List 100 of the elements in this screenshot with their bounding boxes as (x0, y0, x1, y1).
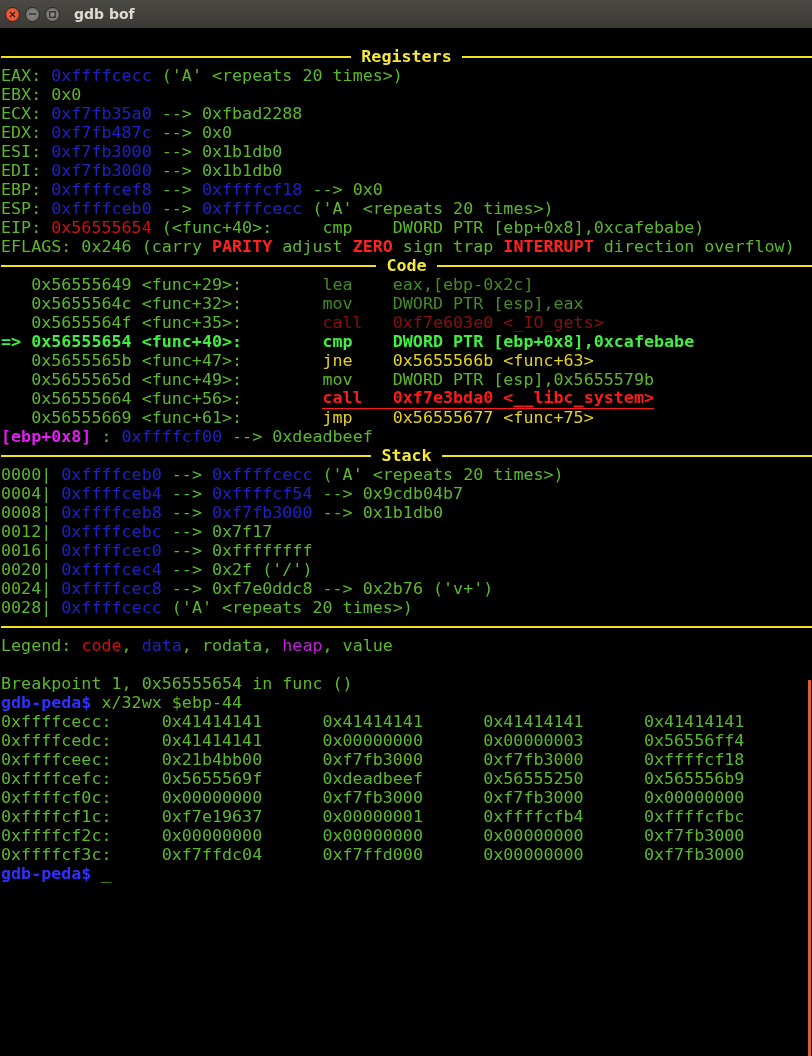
window-title: gdb bof (74, 6, 135, 22)
close-button[interactable] (5, 6, 20, 22)
minimize-icon (29, 13, 36, 15)
instruction-address: 0x5655564f <func+35>: (31, 313, 244, 332)
dump-value: 0xffffcf18 (643, 750, 746, 769)
value-text: --> 0xf7e0ddc8 --> 0x2b76 ('v+') (170, 579, 494, 598)
value-text: --> 0xfbad2288 (160, 104, 303, 123)
dump-value: 0x56555250 (483, 769, 585, 788)
dump-value: 0x41414141 (161, 731, 264, 750)
value-text: --> 0xdeadbeef (231, 427, 373, 446)
flag-text: ZERO (352, 237, 393, 256)
value-text: 0x0 (51, 85, 82, 104)
data-address: 0xffffcecc (201, 199, 303, 218)
data-address: 0xffffcebc (61, 522, 162, 541)
dump-value: 0xf7fb3000 (643, 845, 746, 864)
data-address: 0xffffcecc (61, 598, 162, 617)
dump-value: 0x565556b9 (643, 769, 746, 788)
register-label: ECX: (1, 104, 43, 123)
operands: eax,[ebp-0x2c] (392, 275, 534, 294)
value-text: --> 0x0 (311, 180, 383, 199)
instruction-address: 0x5655565d <func+49>: (31, 370, 244, 389)
instruction-address: 0x56555664 <func+56>: (31, 389, 244, 408)
value-text: _ (100, 864, 112, 883)
dump-value: 0xf7fb3000 (483, 788, 585, 807)
register-label: EDX: (1, 123, 43, 142)
mnemonic: cmp (322, 332, 354, 351)
mnemonic: jne (322, 351, 354, 370)
value-text: Legend: (1, 636, 73, 655)
dump-value: 0x41414141 (483, 712, 585, 731)
data-address: 0xffffcec8 (61, 579, 162, 598)
value-text: ('A' <repeats 20 times>) (321, 465, 564, 484)
value-text: --> (170, 503, 203, 522)
data-address: 0xf7fb487c (51, 123, 152, 142)
heap-text: heap (282, 636, 323, 655)
dump-address: 0xffffcf2c: (1, 826, 113, 845)
value-text: --> 0x1b1db0 (160, 142, 283, 161)
data-address: 0xffffcec0 (61, 541, 162, 560)
dump-value: 0x00000000 (483, 826, 585, 845)
data-address: 0xffffceb4 (61, 484, 162, 503)
stack-offset: 0000| (1, 465, 53, 484)
dump-value: 0xffffcfbc (643, 807, 746, 826)
dump-value: 0x41414141 (161, 712, 264, 731)
data-address: 0xf7fb3000 (212, 503, 313, 522)
stack-offset: 0016| (1, 541, 53, 560)
instruction-address: 0x56555654 <func+40>: (31, 332, 244, 351)
value-text: ('A' <repeats 20 times>) (160, 66, 403, 85)
dump-value: 0x00000001 (322, 807, 424, 826)
dump-value: 0xf7ffd000 (322, 845, 424, 864)
dump-value: 0xf7fb3000 (643, 826, 746, 845)
value-text: x/32wx $ebp-44 (100, 693, 243, 712)
operands: 0x5655566b <func+63> (392, 351, 594, 370)
dump-value: 0x5655569f (161, 769, 264, 788)
data-address: 0xffffcecc (51, 66, 152, 85)
dump-address: 0xffffcefc: (1, 769, 113, 788)
value-text: --> (170, 465, 203, 484)
flag-text: INTERRUPT (503, 237, 594, 256)
data-address: 0xf7fb35a0 (51, 104, 152, 123)
instruction-address: 0x56555669 <func+61>: (31, 408, 244, 427)
dump-value: 0xf7fb3000 (322, 750, 424, 769)
operands: DWORD PTR [esp],eax (392, 294, 584, 313)
register-label: EBX: (1, 85, 43, 104)
value-text: --> 0x1b1db0 (160, 161, 283, 180)
value-text: --> (170, 484, 203, 503)
dump-value: 0x21b4bb00 (161, 750, 264, 769)
register-label: EDI: (1, 161, 43, 180)
minimize-button[interactable] (25, 6, 40, 22)
stack-offset: 0008| (1, 503, 53, 522)
value-text: --> 0x7f17 (170, 522, 273, 541)
section-title: Registers (360, 47, 453, 66)
value-text: , rodata, (181, 636, 274, 655)
maximize-button[interactable] (45, 6, 60, 22)
dump-address: 0xffffceec: (1, 750, 113, 769)
dump-value: 0xf7fb3000 (322, 788, 424, 807)
current-marker: => (1, 332, 23, 351)
data-address: 0xffffcecc (212, 465, 313, 484)
scrollbar[interactable] (808, 680, 811, 1056)
value-text: , value (322, 636, 393, 655)
prompt-text: gdb-peda$ (1, 693, 92, 712)
dump-value: 0x00000000 (161, 788, 264, 807)
code-address: code (81, 636, 122, 655)
register-label: EBP: (1, 180, 43, 199)
value-text: EFLAGS: 0x246 (carry (1, 237, 203, 256)
close-icon (9, 10, 16, 18)
operands: DWORD PTR [ebp+0x8],0xcafebabe (392, 332, 695, 351)
value-text: sign trap (401, 237, 495, 256)
operands: 0xf7e603e0 <_IO_gets> (392, 313, 604, 332)
dump-value: 0x00000000 (322, 731, 424, 750)
expression-text: [ebp+0x8] (1, 427, 92, 446)
value-text: --> (160, 199, 193, 218)
stack-offset: 0028| (1, 598, 53, 617)
value-text: ('A' <repeats 20 times>) (170, 598, 413, 617)
stack-offset: 0020| (1, 560, 53, 579)
dump-value: 0x00000000 (483, 845, 585, 864)
value-text: --> 0xffffffff (170, 541, 313, 560)
value-text: --> 0x2f ('/') (170, 560, 313, 579)
value-text: --> 0x1b1db0 (321, 503, 444, 522)
instruction-address: 0x56555649 <func+29>: (31, 275, 244, 294)
data-address: data (141, 636, 182, 655)
instruction-address: 0x5655565b <func+47>: (31, 351, 244, 370)
value-text: --> 0x9cdb04b7 (321, 484, 464, 503)
